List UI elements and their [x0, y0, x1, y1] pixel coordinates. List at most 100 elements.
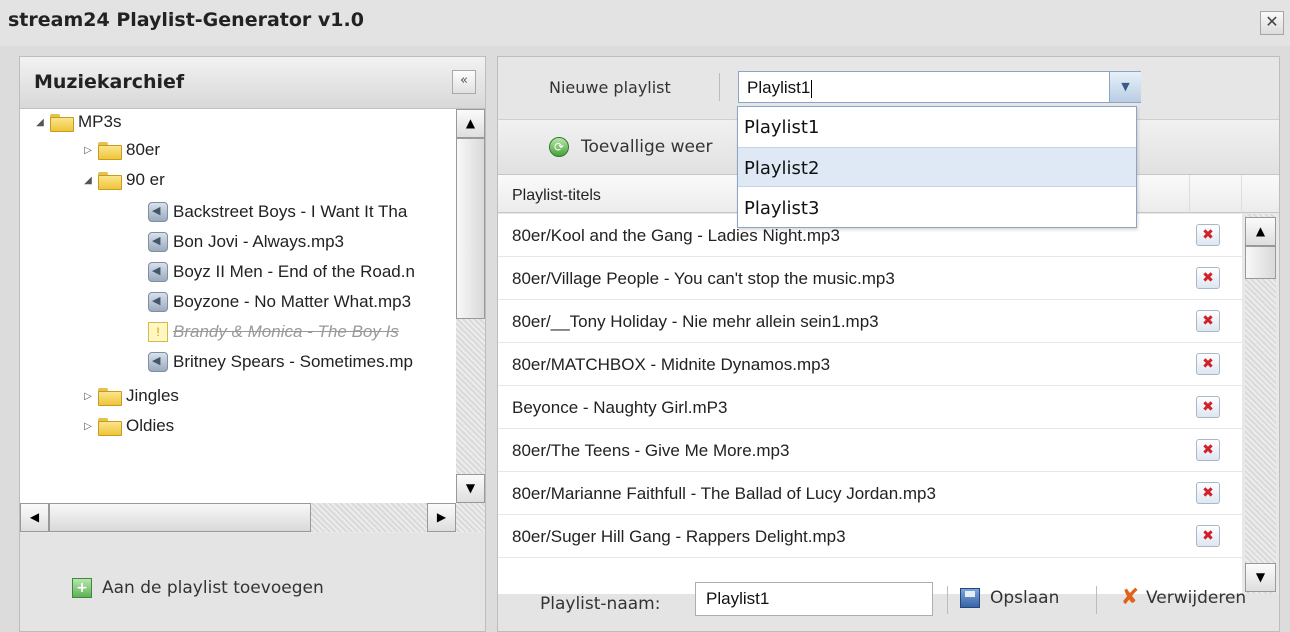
window-title: stream24 Playlist-Generator v1.0: [8, 9, 364, 31]
save-button[interactable]: Opslaan: [960, 588, 1059, 608]
scroll-thumb[interactable]: [1245, 246, 1276, 279]
tree-node-oldies[interactable]: ▷ Oldies: [82, 413, 174, 439]
tree-node-label: 80er: [126, 140, 161, 159]
track-title: 80er/Village People - You can't stop the…: [512, 269, 895, 288]
shuffle-button[interactable]: ⟳ Toevallige weer: [549, 137, 712, 157]
scroll-down-icon[interactable]: ▼: [456, 474, 485, 503]
playlist-footer: Playlist-naam: Playlist1 Opslaan ✘ Verwi…: [498, 582, 1279, 631]
track-label: Bon Jovi - Always.mp3: [173, 232, 345, 251]
track-title: 80er/Suger Hill Gang - Rappers Delight.m…: [512, 527, 846, 546]
music-archive-panel: Muziekarchief « ◢ MP3s ▷ 80er ◢ 90 er Ba…: [19, 56, 486, 632]
tree-leaf-track[interactable]: Britney Spears - Sometimes.mp: [148, 349, 413, 375]
table-row[interactable]: 80er/MATCHBOX - Midnite Dynamos.mp3 ✖: [498, 343, 1242, 386]
tree-node-label: MP3s: [78, 112, 122, 131]
tree-leaf-track[interactable]: Boyz II Men - End of the Road.n: [148, 259, 415, 285]
chevron-down-icon[interactable]: ▼: [1109, 72, 1141, 102]
delete-track-icon[interactable]: ✖: [1196, 267, 1220, 289]
collapse-panel-button[interactable]: «: [452, 70, 476, 94]
warning-icon: !: [148, 322, 168, 342]
playlist-name-field[interactable]: Playlist1: [695, 582, 933, 616]
audio-file-icon: [148, 232, 168, 252]
delete-track-icon[interactable]: ✖: [1196, 439, 1220, 461]
playlist-name-label: Playlist-naam:: [540, 594, 661, 614]
archive-tree: ◢ MP3s ▷ 80er ◢ 90 er Backstreet Boys - …: [20, 109, 456, 503]
tree-node-mp3s[interactable]: ◢ MP3s: [34, 109, 121, 135]
table-row[interactable]: 80er/The Teens - Give Me More.mp3 ✖: [498, 429, 1242, 472]
playlist-option-highlighted[interactable]: Playlist2: [738, 147, 1136, 187]
delete-track-icon[interactable]: ✖: [1196, 353, 1220, 375]
audio-file-icon: [148, 352, 168, 372]
track-label: Backstreet Boys - I Want It Tha: [173, 202, 408, 221]
tree-horizontal-scrollbar[interactable]: ◀ ▶: [20, 503, 485, 532]
column-header-titles[interactable]: Playlist-titels: [512, 187, 601, 205]
panel-title: Muziekarchief: [34, 71, 185, 93]
add-to-playlist-button[interactable]: + Aan de playlist toevoegen: [72, 578, 324, 598]
collapsed-arrow-icon[interactable]: ▷: [82, 145, 94, 156]
delete-track-icon[interactable]: ✖: [1196, 310, 1220, 332]
audio-file-icon: [148, 262, 168, 282]
track-title: 80er/The Teens - Give Me More.mp3: [512, 441, 790, 460]
delete-track-icon[interactable]: ✖: [1196, 482, 1220, 504]
floppy-disk-icon: [960, 588, 980, 608]
table-row[interactable]: 80er/__Tony Holiday - Nie mehr allein se…: [498, 300, 1242, 343]
expanded-arrow-icon[interactable]: ◢: [34, 117, 46, 128]
tree-node-90er[interactable]: ◢ 90 er: [82, 167, 165, 193]
expanded-arrow-icon[interactable]: ◢: [82, 175, 94, 186]
tree-node-label: 90 er: [126, 170, 165, 189]
folder-icon: [98, 388, 122, 406]
save-label: Opslaan: [990, 588, 1060, 608]
tree-vertical-scrollbar[interactable]: ▲ ▼: [456, 109, 485, 503]
close-icon[interactable]: ✕: [1260, 11, 1284, 35]
tree-leaf-track[interactable]: Bon Jovi - Always.mp3: [148, 229, 344, 255]
playlist-option[interactable]: Playlist3: [738, 188, 1136, 228]
tree-leaf-track[interactable]: Boyzone - No Matter What.mp3: [148, 289, 411, 315]
shuffle-label: Toevallige weer: [581, 137, 713, 157]
playlist-dropdown-list: Playlist1 Playlist2 Playlist3: [737, 106, 1137, 228]
table-row[interactable]: 80er/Marianne Faithfull - The Ballad of …: [498, 472, 1242, 515]
track-label: Boyzone - No Matter What.mp3: [173, 292, 412, 311]
delete-track-icon[interactable]: ✖: [1196, 224, 1220, 246]
music-archive-header: Muziekarchief «: [20, 57, 485, 109]
add-icon: +: [72, 578, 92, 598]
table-row[interactable]: Beyonce - Naughty Girl.mP3 ✖: [498, 386, 1242, 429]
delete-track-icon[interactable]: ✖: [1196, 525, 1220, 547]
playlist-select[interactable]: Playlist1 ▼: [738, 71, 1141, 103]
table-row[interactable]: 80er/Village People - You can't stop the…: [498, 257, 1242, 300]
scroll-up-icon[interactable]: ▲: [1245, 217, 1276, 246]
tree-node-80er[interactable]: ▷ 80er: [82, 137, 160, 163]
table-row[interactable]: 80er/Suger Hill Gang - Rappers Delight.m…: [498, 515, 1242, 558]
track-label: Brandy & Monica - The Boy Is: [173, 322, 399, 341]
tree-node-label: Jingles: [126, 386, 179, 405]
collapsed-arrow-icon[interactable]: ▷: [82, 391, 94, 402]
title-bar: stream24 Playlist-Generator v1.0 ✕: [0, 0, 1290, 46]
delete-playlist-button[interactable]: ✘ Verwijderen: [1120, 587, 1247, 609]
track-label: Britney Spears - Sometimes.mp: [173, 352, 413, 371]
scroll-up-icon[interactable]: ▲: [456, 109, 485, 138]
track-title: 80er/__Tony Holiday - Nie mehr allein se…: [512, 312, 879, 331]
playlist-vertical-scrollbar[interactable]: ▲ ▼: [1245, 214, 1276, 594]
audio-file-icon: [148, 202, 168, 222]
folder-open-icon: [98, 172, 122, 190]
divider: [947, 586, 948, 614]
tree-node-jingles[interactable]: ▷ Jingles: [82, 383, 179, 409]
new-playlist-label: Nieuwe playlist: [549, 78, 671, 97]
scroll-left-icon[interactable]: ◀: [20, 503, 49, 532]
delete-track-icon[interactable]: ✖: [1196, 396, 1220, 418]
scroll-down-icon[interactable]: ▼: [1245, 563, 1276, 592]
delete-label: Verwijderen: [1146, 588, 1247, 608]
divider: [719, 73, 720, 101]
shuffle-icon: ⟳: [549, 137, 569, 157]
tree-node-label: Oldies: [126, 416, 175, 435]
scroll-thumb[interactable]: [456, 138, 485, 319]
tree-leaf-track[interactable]: Backstreet Boys - I Want It Tha: [148, 199, 407, 225]
folder-icon: [98, 418, 122, 436]
playlist-grid: 80er/Kool and the Gang - Ladies Night.mp…: [498, 214, 1242, 594]
track-title: Beyonce - Naughty Girl.mP3: [512, 398, 728, 417]
scroll-right-icon[interactable]: ▶: [427, 503, 456, 532]
add-to-playlist-label: Aan de playlist toevoegen: [102, 578, 324, 598]
playlist-option[interactable]: Playlist1: [738, 107, 1136, 147]
collapsed-arrow-icon[interactable]: ▷: [82, 421, 94, 432]
playlist-select-value[interactable]: Playlist1: [747, 78, 813, 98]
tree-leaf-track-missing[interactable]: ! Brandy & Monica - The Boy Is: [148, 319, 399, 345]
scroll-thumb[interactable]: [49, 503, 311, 532]
